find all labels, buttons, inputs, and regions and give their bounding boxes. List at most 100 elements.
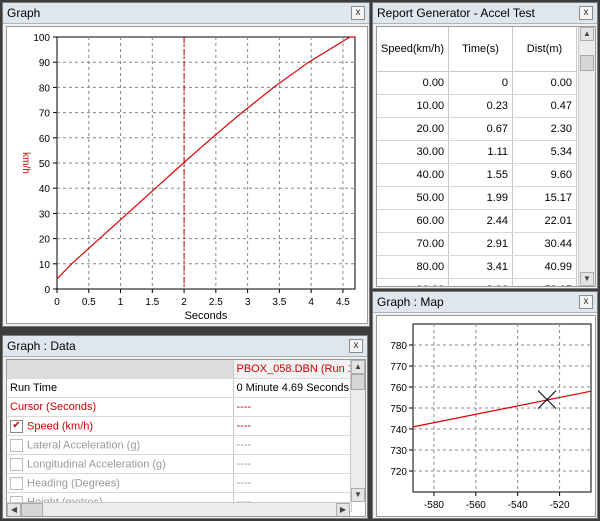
table-cell[interactable]: 0.00 [377, 71, 450, 95]
data-row-label: Speed (km/h) [27, 419, 94, 432]
graph-plot-area[interactable]: 0 10 20 30 40 50 60 70 80 90 100 0 0.5 1 1.5 2 2.5 3 3.5 4 4… [6, 26, 368, 324]
data-titlebar[interactable]: Graph : Data x [3, 336, 367, 357]
report-titlebar[interactable]: Report Generator - Accel Test x [373, 3, 597, 24]
data-row-value: ---- [233, 397, 352, 417]
data-row-label: Lateral Acceleration (g) [27, 438, 141, 451]
x-tick-label: -520 [550, 500, 570, 511]
table-row[interactable]: 80.00 3.41 40.99 [377, 255, 577, 279]
data-row-label-cell: Heading (Degrees) [7, 473, 234, 493]
data-window: Graph : Data x PBOX_058.DBN (Run 1) Run … [2, 335, 368, 519]
table-row[interactable]: 20.00 0.67 2.30 [377, 117, 577, 141]
table-cell[interactable]: 0 [448, 71, 514, 95]
y-tick-label: 0 [44, 285, 50, 296]
y-tick-label: 730 [390, 446, 407, 457]
table-cell[interactable]: 40.99 [512, 255, 577, 279]
y-tick-label: 750 [390, 404, 407, 415]
table-cell[interactable]: 70.00 [377, 232, 450, 256]
table-cell[interactable]: 50.00 [377, 186, 450, 210]
graph-title: Graph [7, 6, 41, 20]
checkbox[interactable] [10, 438, 23, 452]
table-cell[interactable]: 1.99 [448, 186, 514, 210]
table-cell[interactable]: 15.17 [512, 186, 577, 210]
table-cell[interactable]: 0.47 [512, 94, 577, 118]
table-cell[interactable]: 60.00 [377, 209, 450, 233]
data-row-label-cell: Run Time [7, 378, 234, 398]
table-row[interactable]: 50.00 1.99 15.17 [377, 186, 577, 210]
table-cell[interactable]: 30.00 [377, 140, 450, 164]
scroll-down-arrow-icon[interactable]: ▼ [351, 488, 365, 502]
checkbox[interactable] [10, 457, 23, 471]
scroll-thumb[interactable] [580, 55, 594, 71]
report-table-container: Speed(km/h) Time(s) Dist(m) 0.00 0 0.00 10.… [376, 26, 596, 287]
table-cell[interactable]: 0.23 [448, 94, 514, 118]
data-vertical-scrollbar[interactable]: ▲ ▼ [350, 360, 365, 502]
close-icon[interactable]: x [351, 6, 365, 20]
scroll-down-arrow-icon[interactable]: ▼ [580, 272, 594, 286]
table-cell[interactable]: 90.00 [377, 278, 450, 286]
table-cell[interactable]: 1.11 [448, 140, 514, 164]
table-row[interactable]: 30.00 1.11 5.34 [377, 140, 577, 164]
table-cell[interactable]: 0.00 [512, 71, 577, 95]
data-row[interactable]: Heading (Degrees) ---- [7, 473, 352, 493]
table-row[interactable]: 70.00 2.91 30.44 [377, 232, 577, 256]
map-plot-area[interactable]: 720 730 740 750 760 770 780 -580 -560 -540 -520 [376, 315, 596, 517]
table-row[interactable]: 60.00 2.44 22.01 [377, 209, 577, 233]
checkbox[interactable]: ✔ [10, 419, 23, 433]
table-row[interactable]: 90.003.9653.97 [377, 278, 577, 286]
scroll-thumb[interactable] [21, 503, 43, 516]
x-tick-label: 3 [245, 297, 251, 308]
x-tick-label: 4 [308, 297, 314, 308]
table-cell[interactable]: 40.00 [377, 163, 450, 187]
table-cell[interactable]: 2.91 [448, 232, 514, 256]
close-icon[interactable]: x [349, 339, 363, 353]
scroll-thumb[interactable] [351, 374, 365, 390]
scroll-up-arrow-icon[interactable]: ▲ [351, 360, 365, 374]
column-header[interactable]: Dist(m) [512, 27, 577, 72]
table-cell[interactable]: 53.97 [512, 278, 577, 286]
table-row[interactable]: 0.00 0 0.00 [377, 71, 577, 95]
table-cell[interactable]: 80.00 [377, 255, 450, 279]
scroll-right-arrow-icon[interactable]: ▶ [336, 503, 350, 516]
table-cell[interactable]: 3.96 [448, 278, 514, 286]
data-row-value: ---- [233, 473, 352, 493]
table-cell[interactable]: 1.55 [448, 163, 514, 187]
data-row-value: ---- [233, 416, 352, 436]
table-row[interactable]: 40.00 1.55 9.60 [377, 163, 577, 187]
data-row[interactable]: Cursor (Seconds) ---- [7, 397, 352, 417]
close-icon[interactable]: x [579, 295, 593, 309]
data-row-value: ---- [233, 454, 352, 474]
table-cell[interactable]: 0.67 [448, 117, 514, 141]
data-row[interactable]: Run Time 0 Minute 4.69 Seconds [7, 378, 352, 398]
report-vertical-scrollbar[interactable]: ▲ ▼ [578, 27, 595, 286]
y-tick-label: 740 [390, 425, 407, 436]
speed-time-chart[interactable]: 0 10 20 30 40 50 60 70 80 90 100 0 0.5 1 1.5 2 2.5 3 3.5 4 4… [7, 27, 367, 323]
map-titlebar[interactable]: Graph : Map x [373, 292, 597, 313]
scroll-left-arrow-icon[interactable]: ◀ [7, 503, 21, 516]
graph-titlebar[interactable]: Graph x [3, 3, 369, 24]
data-horizontal-scrollbar[interactable]: ◀ ▶ [7, 502, 350, 516]
table-cell[interactable]: 3.41 [448, 255, 514, 279]
table-cell[interactable]: 30.44 [512, 232, 577, 256]
table-cell[interactable]: 2.30 [512, 117, 577, 141]
y-tick-label: 90 [39, 58, 51, 69]
data-row[interactable]: Lateral Acceleration (g) ---- [7, 435, 352, 455]
table-cell[interactable]: 2.44 [448, 209, 514, 233]
column-header[interactable]: Time(s) [448, 27, 514, 72]
y-tick-label: 40 [39, 184, 51, 195]
data-row[interactable]: ✔ Speed (km/h) ---- [7, 416, 352, 436]
y-tick-label: 80 [39, 83, 51, 94]
table-row[interactable]: 10.00 0.23 0.47 [377, 94, 577, 118]
table-cell[interactable]: 22.01 [512, 209, 577, 233]
map-chart[interactable]: 720 730 740 750 760 770 780 -580 -560 -540 -520 [377, 316, 595, 516]
table-cell[interactable]: 5.34 [512, 140, 577, 164]
column-header[interactable]: Speed(km/h) [377, 27, 450, 72]
table-cell[interactable]: 20.00 [377, 117, 450, 141]
table-cell[interactable]: 9.60 [512, 163, 577, 187]
data-row[interactable]: Longitudinal Acceleration (g) ---- [7, 454, 352, 474]
x-tick-label: 1.5 [145, 297, 159, 308]
table-cell[interactable]: 10.00 [377, 94, 450, 118]
scroll-up-arrow-icon[interactable]: ▲ [580, 27, 594, 41]
checkbox[interactable] [10, 476, 23, 490]
close-icon[interactable]: x [579, 6, 593, 20]
y-tick-label: 780 [390, 341, 407, 352]
